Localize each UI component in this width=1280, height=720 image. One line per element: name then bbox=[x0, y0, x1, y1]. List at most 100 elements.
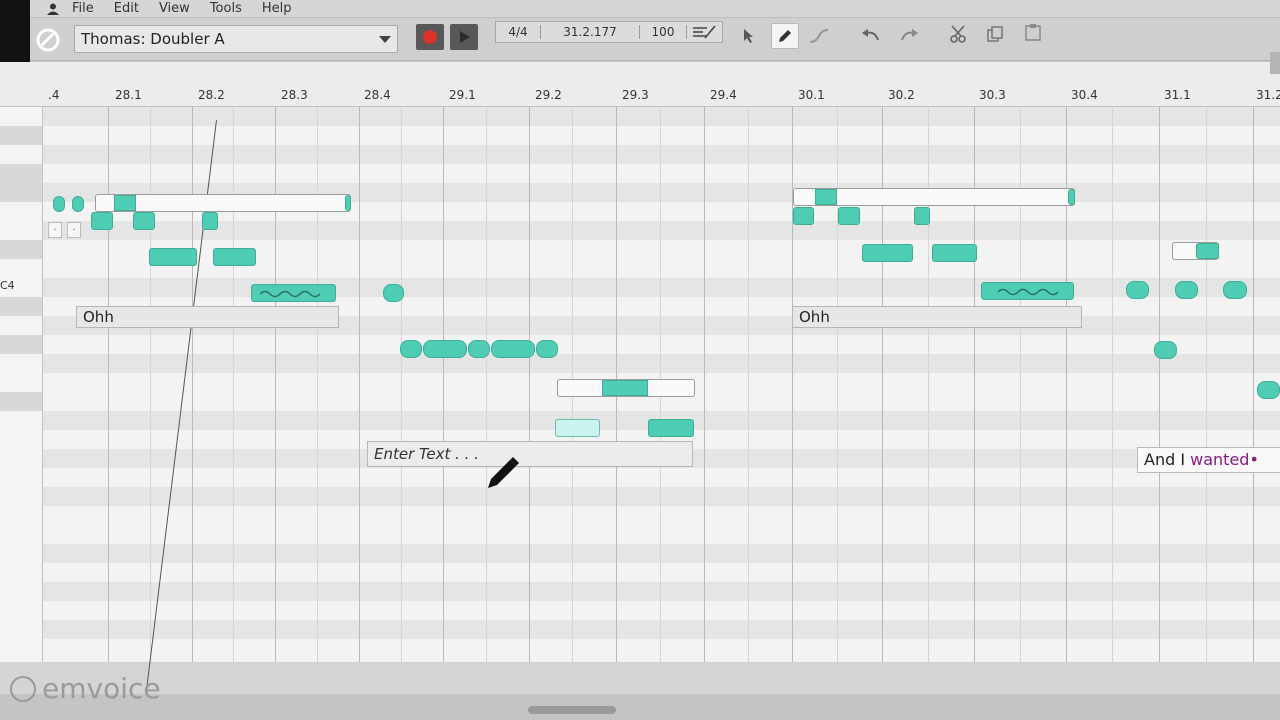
grid-line bbox=[486, 107, 487, 662]
timeline-ruler[interactable]: .4 28.1 28.2 28.3 28.4 29.1 29.2 29.3 29… bbox=[0, 62, 1280, 107]
user-icon[interactable] bbox=[46, 3, 60, 15]
grid-line bbox=[1206, 107, 1207, 662]
lyric-text: And I bbox=[1144, 450, 1191, 469]
cut-button[interactable] bbox=[946, 22, 972, 46]
undo-button[interactable] bbox=[858, 24, 884, 48]
tempo-readout[interactable]: 100 bbox=[640, 25, 686, 39]
note[interactable] bbox=[1257, 381, 1280, 399]
horizontal-scrollbar[interactable] bbox=[528, 706, 616, 714]
piano-key-black[interactable] bbox=[0, 183, 42, 202]
lyric-input[interactable]: Enter Text . . . bbox=[367, 441, 693, 467]
pencil-cursor-icon bbox=[488, 457, 519, 488]
piano-key-black[interactable] bbox=[0, 335, 42, 354]
menu-view[interactable]: View bbox=[159, 1, 190, 16]
paste-button[interactable] bbox=[1020, 20, 1046, 44]
note[interactable] bbox=[345, 195, 351, 211]
note[interactable] bbox=[149, 248, 197, 266]
copy-button[interactable] bbox=[982, 22, 1008, 46]
beat-line bbox=[443, 107, 444, 662]
menu-help[interactable]: Help bbox=[262, 1, 292, 16]
menu-edit[interactable]: Edit bbox=[114, 1, 139, 16]
note[interactable] bbox=[838, 207, 860, 225]
grid-line bbox=[233, 107, 234, 662]
note[interactable] bbox=[536, 340, 558, 358]
menu-tools[interactable]: Tools bbox=[210, 1, 242, 16]
note[interactable] bbox=[1223, 281, 1247, 299]
note[interactable] bbox=[91, 212, 113, 230]
note[interactable] bbox=[383, 284, 404, 302]
note-selected[interactable] bbox=[555, 419, 600, 437]
note[interactable] bbox=[1154, 341, 1177, 359]
brand-name: emvoice bbox=[42, 672, 161, 705]
note[interactable] bbox=[72, 196, 84, 212]
note[interactable] bbox=[400, 340, 422, 358]
status-footer bbox=[0, 694, 1280, 720]
note[interactable] bbox=[468, 340, 490, 358]
ruler-label: 29.2 bbox=[535, 88, 562, 102]
note[interactable] bbox=[423, 340, 467, 358]
position-readout[interactable]: 31.2.177 bbox=[541, 25, 639, 39]
beat-line bbox=[359, 107, 360, 662]
select-tool[interactable] bbox=[736, 24, 762, 48]
play-icon bbox=[460, 31, 470, 43]
beat-line bbox=[529, 107, 530, 662]
note[interactable] bbox=[53, 196, 65, 212]
note-with-vibrato[interactable] bbox=[251, 284, 336, 302]
toolbar: Thomas: Doubler A 4/4 31.2.177 100 bbox=[30, 18, 1280, 61]
undo-icon bbox=[862, 29, 879, 41]
note[interactable] bbox=[133, 212, 155, 230]
note[interactable] bbox=[1175, 281, 1198, 299]
piano-keyboard[interactable]: C4 bbox=[0, 107, 43, 662]
play-button[interactable] bbox=[450, 24, 478, 50]
piano-roll-editor[interactable]: .4 28.1 28.2 28.3 28.4 29.1 29.2 29.3 29… bbox=[0, 62, 1280, 716]
note[interactable] bbox=[1196, 243, 1219, 259]
piano-key-black[interactable] bbox=[0, 126, 42, 145]
note[interactable] bbox=[202, 212, 218, 230]
note[interactable] bbox=[1068, 189, 1075, 205]
redo-button[interactable] bbox=[896, 24, 922, 48]
menu-file[interactable]: File bbox=[72, 1, 94, 16]
lyric-box-editing[interactable]: And I wanted• bbox=[1137, 447, 1280, 473]
beat-line bbox=[704, 107, 705, 662]
quantize-icon[interactable] bbox=[691, 24, 717, 40]
piano-key-black[interactable] bbox=[0, 392, 42, 411]
piano-key-black[interactable] bbox=[0, 297, 42, 316]
emvoice-logo-icon[interactable] bbox=[36, 28, 60, 52]
ruler-label: 30.4 bbox=[1071, 88, 1098, 102]
piano-key-black[interactable] bbox=[0, 164, 42, 183]
note[interactable] bbox=[114, 195, 136, 211]
note[interactable] bbox=[932, 244, 977, 262]
pencil-tool[interactable] bbox=[771, 23, 799, 49]
note[interactable] bbox=[213, 248, 256, 266]
curve-tool[interactable] bbox=[806, 24, 832, 48]
ruler-label: 29.1 bbox=[449, 88, 476, 102]
grid-line bbox=[748, 107, 749, 662]
ruler-label: 28.4 bbox=[364, 88, 391, 102]
bar-line bbox=[1159, 107, 1160, 662]
curve-icon bbox=[809, 29, 829, 43]
ruler-label: 28.3 bbox=[281, 88, 308, 102]
note[interactable] bbox=[1126, 281, 1149, 299]
record-button[interactable] bbox=[416, 24, 444, 50]
clipboard-icon bbox=[1025, 24, 1041, 41]
note[interactable] bbox=[862, 244, 913, 262]
vertical-scrollbar[interactable] bbox=[1270, 52, 1280, 74]
note[interactable] bbox=[793, 207, 814, 225]
track-select[interactable]: Thomas: Doubler A bbox=[74, 25, 398, 53]
track-name: Thomas: Doubler A bbox=[81, 30, 225, 48]
note-with-vibrato[interactable] bbox=[981, 282, 1074, 300]
note-marker[interactable]: . bbox=[67, 222, 81, 238]
ruler-label: 31.1 bbox=[1164, 88, 1191, 102]
lyric-box[interactable]: Ohh bbox=[792, 306, 1082, 328]
vibrato-icon bbox=[998, 288, 1058, 296]
note-marker[interactable]: . bbox=[48, 222, 62, 238]
note[interactable] bbox=[491, 340, 535, 358]
lyric-box[interactable]: Ohh bbox=[76, 306, 339, 328]
piano-key-black[interactable] bbox=[0, 240, 42, 259]
note[interactable] bbox=[815, 189, 837, 205]
screen-bezel bbox=[0, 0, 30, 70]
note[interactable] bbox=[914, 207, 930, 225]
note[interactable] bbox=[602, 380, 648, 396]
note[interactable] bbox=[648, 419, 694, 437]
time-signature[interactable]: 4/4 bbox=[496, 25, 540, 39]
